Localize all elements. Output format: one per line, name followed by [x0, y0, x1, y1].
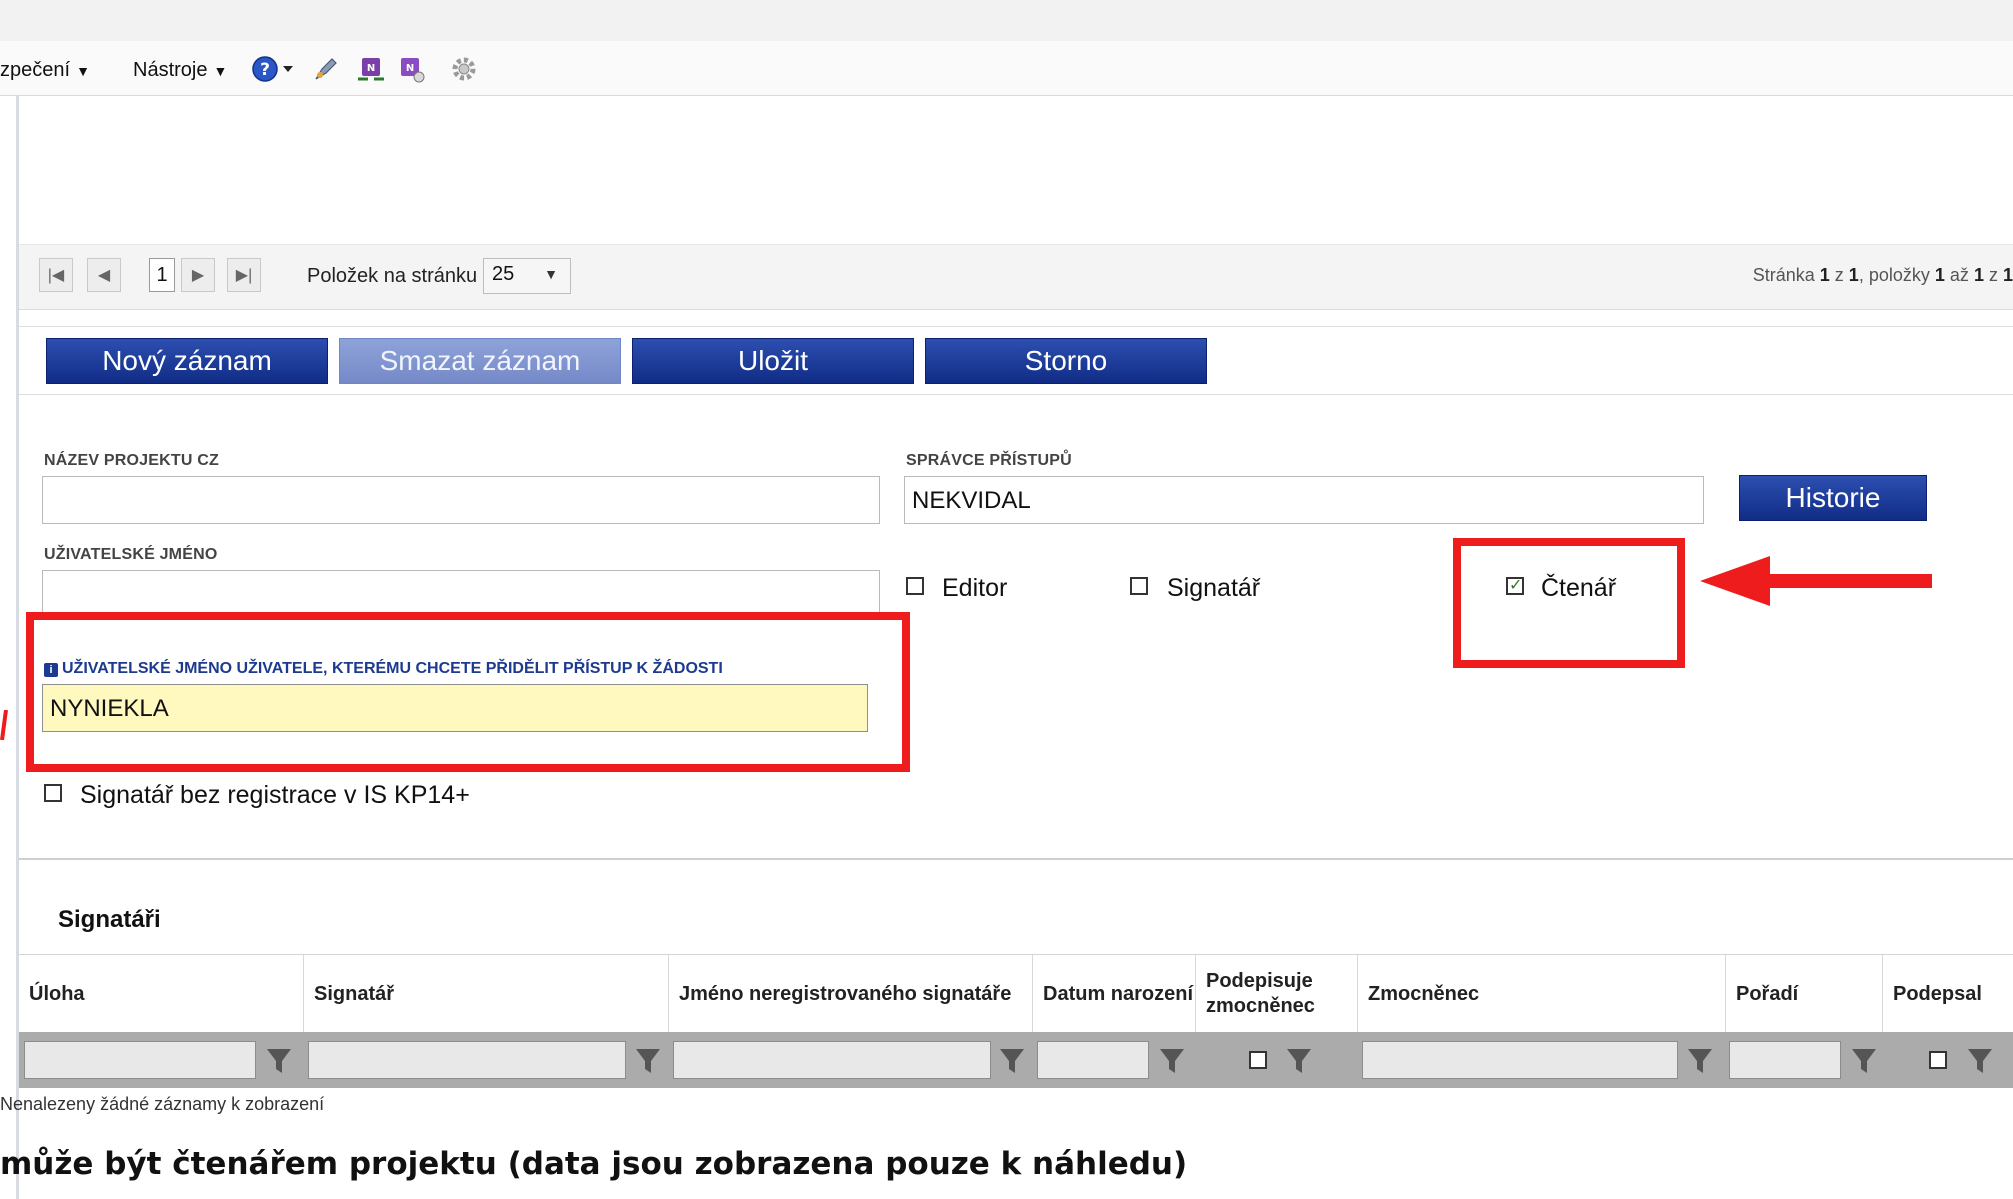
browser-top-strip — [0, 0, 2013, 42]
red-mark-icon — [0, 709, 12, 745]
username-field[interactable] — [42, 570, 880, 618]
filter-icon[interactable] — [1157, 1043, 1187, 1077]
highlight-box-username — [26, 612, 910, 772]
column-header[interactable]: Zmocněnec — [1357, 955, 1725, 1033]
note-link-icon[interactable]: N — [356, 55, 384, 83]
history-button[interactable]: Historie — [1739, 475, 1927, 521]
unregistered-signatory-label: Signatář bez registrace v IS KP14+ — [80, 781, 470, 809]
svg-text:?: ? — [260, 60, 270, 80]
filter-input[interactable] — [1729, 1041, 1841, 1079]
filter-icon[interactable] — [1965, 1043, 1995, 1077]
gear-icon[interactable] — [450, 55, 478, 83]
filter-icon[interactable] — [1685, 1043, 1715, 1077]
previous-page-icon: ◀ — [97, 267, 111, 284]
filter-input[interactable] — [24, 1041, 256, 1079]
editor-checkbox[interactable] — [906, 577, 924, 595]
filter-icon[interactable] — [1284, 1043, 1314, 1077]
browser-command-bar: zpečení ▼ Nástroje ▼ ? N N — [0, 41, 2013, 96]
divider — [19, 326, 2013, 327]
editor-label: Editor — [942, 574, 1008, 602]
svg-text:N: N — [406, 63, 414, 74]
new-record-button[interactable]: Nový záznam — [46, 338, 328, 384]
first-page-icon: |◀ — [47, 267, 65, 284]
delete-record-button[interactable]: Smazat záznam — [339, 338, 621, 384]
current-page-input[interactable]: 1 — [149, 258, 175, 292]
divider — [19, 394, 2013, 395]
red-arrow-icon — [1700, 556, 1936, 611]
filter-checkbox[interactable] — [1249, 1051, 1267, 1069]
filter-icon[interactable] — [264, 1043, 294, 1077]
username-label: UŽIVATELSKÉ JMÉNO — [44, 546, 218, 563]
filter-input[interactable] — [308, 1041, 626, 1079]
filter-input[interactable] — [1362, 1041, 1678, 1079]
access-admin-label: SPRÁVCE PŘÍSTUPŮ — [906, 452, 1072, 469]
security-menu-label: zpečení — [0, 59, 71, 81]
column-header[interactable]: Pořadí — [1725, 955, 1882, 1033]
signatories-title: Signatáři — [58, 906, 161, 933]
chevron-down-icon: ▼ — [213, 63, 228, 79]
filter-input[interactable] — [1037, 1041, 1149, 1079]
column-header[interactable]: Úloha — [19, 955, 303, 1033]
highlight-box-reader — [1453, 538, 1685, 668]
tools-menu[interactable]: Nástroje ▼ — [133, 59, 227, 82]
signatory-label: Signatář — [1167, 574, 1261, 602]
pager-bar: |◀ ◀ 1 ▶ ▶| Položek na stránku 25 ▼ Strán… — [19, 244, 2013, 310]
last-page-button[interactable]: ▶| — [227, 258, 261, 292]
column-header[interactable]: Jméno neregistrovaného signatáře — [668, 955, 1032, 1033]
per-page-select[interactable]: 25 ▼ — [483, 258, 571, 294]
filter-icon[interactable] — [1849, 1043, 1879, 1077]
column-header[interactable]: Datum narození — [1032, 955, 1195, 1033]
column-header[interactable]: Signatář — [303, 955, 668, 1033]
last-page-icon: ▶| — [235, 267, 253, 284]
per-page-value: 25 — [492, 263, 515, 285]
signatory-checkbox[interactable] — [1130, 577, 1148, 595]
filter-input[interactable] — [673, 1041, 991, 1079]
filter-icon[interactable] — [997, 1043, 1027, 1077]
access-admin-field[interactable]: NEKVIDAL — [904, 476, 1704, 524]
pager-info: Stránka 1 z 1, položky 1 až 1 z 1 — [1752, 265, 2013, 285]
filter-icon[interactable] — [633, 1043, 663, 1077]
column-header[interactable]: Podepsal — [1882, 955, 2013, 1033]
tools-menu-label: Nástroje — [133, 59, 208, 81]
help-icon[interactable]: ? — [252, 55, 293, 83]
per-page-label: Položek na stránku — [307, 265, 478, 287]
next-page-icon: ▶ — [191, 267, 205, 284]
unregistered-signatory-checkbox[interactable] — [44, 784, 62, 802]
signatories-table-header: Úloha Signatář Jméno neregistrovaného si… — [19, 954, 2013, 1033]
first-page-button[interactable]: |◀ — [39, 258, 73, 292]
pen-icon[interactable] — [312, 55, 340, 83]
previous-page-button[interactable]: ◀ — [87, 258, 121, 292]
cancel-button[interactable]: Storno — [925, 338, 1207, 384]
note-app-icon[interactable]: N — [396, 55, 425, 83]
svg-text:N: N — [367, 63, 375, 74]
project-name-label: NÁZEV PROJEKTU CZ — [44, 452, 219, 469]
save-button[interactable]: Uložit — [632, 338, 914, 384]
chevron-down-icon: ▼ — [544, 266, 558, 282]
signatories-filter-row — [19, 1032, 2013, 1088]
caption-text: může být čtenářem projektu (data jsou zo… — [0, 1146, 1188, 1182]
divider — [19, 858, 2013, 860]
empty-table-message: Nenalezeny žádné záznamy k zobrazení — [0, 1094, 325, 1114]
project-name-field[interactable] — [42, 476, 880, 524]
filter-checkbox[interactable] — [1929, 1051, 1947, 1069]
next-page-button[interactable]: ▶ — [181, 258, 215, 292]
chevron-down-icon: ▼ — [76, 63, 90, 79]
security-menu[interactable]: zpečení ▼ — [0, 59, 90, 82]
column-header[interactable]: Podepisuje zmocněnec — [1195, 955, 1357, 1033]
